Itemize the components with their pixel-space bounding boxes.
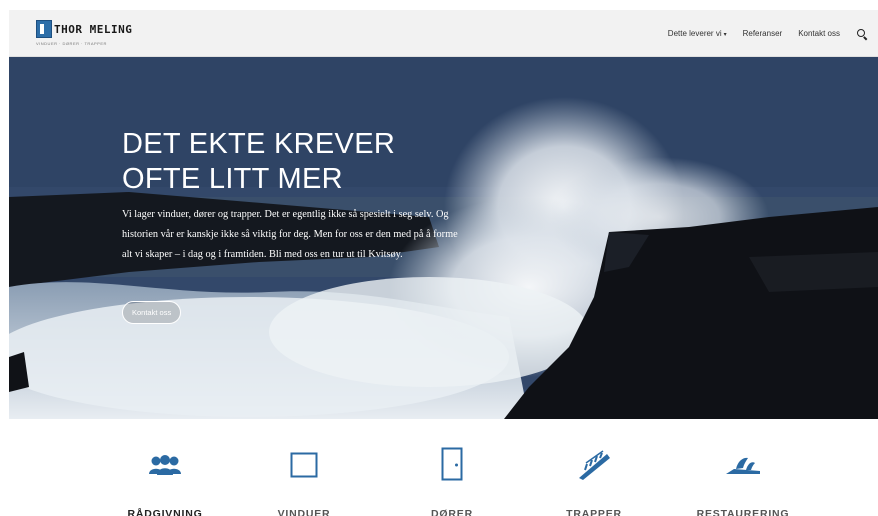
hero-title: DET EKTE KREVER OFTE LITT MER xyxy=(122,127,462,197)
service-label: TRAPPER xyxy=(566,508,622,516)
window-icon xyxy=(290,452,318,483)
service-label: RÅDGIVNING xyxy=(127,508,203,516)
hero-body-text: Vi lager vinduer, dører og trapper. Det … xyxy=(122,209,458,260)
site-header: THOR MELING VINDUER · DØRER · TRAPPER De… xyxy=(9,10,878,57)
plane-tool-icon xyxy=(724,454,762,481)
brand-tagline: VINDUER · DØRER · TRAPPER xyxy=(36,41,107,46)
service-label: DØRER xyxy=(431,508,473,516)
service-restaurering[interactable]: RESTAURERING xyxy=(668,419,818,516)
service-label: RESTAURERING xyxy=(696,508,790,516)
logo-mark-icon xyxy=(36,20,52,38)
services-section: RÅDGIVNING VINDUER DØRER TRAPPER RESTAUR… xyxy=(9,419,878,516)
page: THOR MELING VINDUER · DØRER · TRAPPER De… xyxy=(9,10,878,516)
door-icon xyxy=(441,447,463,486)
hero-content: DET EKTE KREVER OFTE LITT MER Vi lager v… xyxy=(122,127,462,265)
service-dorer[interactable]: DØRER xyxy=(377,419,527,516)
service-label: VINDUER xyxy=(277,508,331,516)
nav-item-kontakt-oss[interactable]: Kontakt oss xyxy=(798,29,840,38)
search-icon[interactable] xyxy=(856,28,868,40)
hero-title-line-2: OFTE LITT MER xyxy=(122,163,343,195)
brand-name: THOR MELING xyxy=(54,23,133,36)
hero-banner: DET EKTE KREVER OFTE LITT MER Vi lager v… xyxy=(9,57,878,419)
service-radgivning[interactable]: RÅDGIVNING xyxy=(90,419,240,516)
chevron-down-icon: ▾ xyxy=(723,32,727,38)
nav-item-label: Dette leverer vi xyxy=(667,29,722,38)
main-nav: Dette leverer vi ▾ Referanser Kontakt oss xyxy=(652,10,878,57)
hero-title-line-1: DET EKTE KREVER xyxy=(122,128,396,160)
service-trapper[interactable]: TRAPPER xyxy=(519,419,669,516)
people-icon xyxy=(148,455,182,480)
service-vinduer[interactable]: VINDUER xyxy=(229,419,379,516)
nav-item-dette-leverer-vi[interactable]: Dette leverer vi ▾ xyxy=(668,29,727,38)
stairs-icon xyxy=(577,450,611,485)
nav-item-referanser[interactable]: Referanser xyxy=(743,29,783,38)
contact-button[interactable]: Kontakt oss xyxy=(122,301,182,324)
